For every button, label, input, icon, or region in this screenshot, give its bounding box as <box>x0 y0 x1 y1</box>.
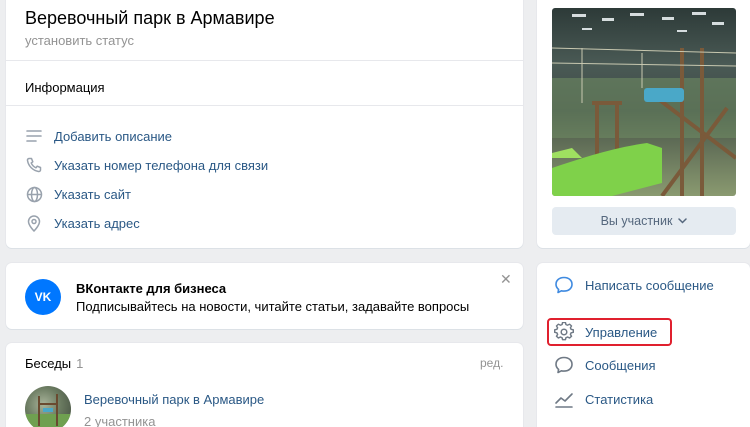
write-message-label: Написать сообщение <box>585 277 714 293</box>
management-button[interactable]: Управление <box>553 319 657 345</box>
membership-dropdown-button[interactable]: Вы участник <box>552 207 736 235</box>
add-phone-link[interactable]: Указать номер телефона для связи <box>25 155 268 175</box>
info-section-title: Информация <box>25 80 105 95</box>
management-label: Управление <box>585 324 658 340</box>
business-title[interactable]: ВКонтакте для бизнеса <box>76 281 226 296</box>
stats-icon <box>553 388 575 410</box>
membership-label: Вы участник <box>600 214 673 228</box>
add-address-label: Указать адрес <box>54 215 140 231</box>
add-phone-label: Указать номер телефона для связи <box>54 157 269 173</box>
vk-business-banner: VK ВКонтакте для бизнеса Подписывайтесь … <box>6 263 523 329</box>
divider <box>6 105 523 106</box>
vk-logo-icon[interactable]: VK <box>25 279 61 315</box>
chats-header[interactable]: Беседы 1 <box>25 356 83 371</box>
chevron-down-icon <box>678 216 688 227</box>
community-actions-menu: Написать сообщение Управление Сообщения … <box>537 263 750 427</box>
business-description: Подписывайтесь на новости, читайте стать… <box>76 299 470 314</box>
gear-icon <box>553 321 575 343</box>
location-pin-icon <box>25 214 43 232</box>
community-cover-photo[interactable] <box>552 8 736 196</box>
chat-members-count: 2 участника <box>84 414 156 427</box>
messages-label: Сообщения <box>585 357 656 373</box>
chat-avatar[interactable] <box>25 386 71 427</box>
globe-icon <box>25 185 43 203</box>
close-icon[interactable]: ✕ <box>500 271 512 288</box>
add-website-link[interactable]: Указать сайт <box>25 184 131 204</box>
add-description-link[interactable]: Добавить описание <box>25 126 172 146</box>
add-address-link[interactable]: Указать адрес <box>25 213 140 233</box>
set-status-link[interactable]: установить статус <box>25 33 134 48</box>
chats-title: Беседы <box>25 356 72 371</box>
phone-icon <box>25 156 43 174</box>
statistics-button[interactable]: Статистика <box>553 386 653 412</box>
chat-name-link[interactable]: Веревочный парк в Армавире <box>84 392 264 407</box>
list-icon <box>25 127 43 145</box>
chats-card: Беседы 1 ред. Веревочный парк в Армавире … <box>6 343 523 427</box>
group-name: Веревочный парк в Армавире <box>25 8 275 28</box>
write-message-button[interactable]: Написать сообщение <box>553 272 714 298</box>
chats-count: 1 <box>76 356 84 371</box>
add-description-label: Добавить описание <box>54 128 172 144</box>
add-website-label: Указать сайт <box>54 186 131 202</box>
divider <box>6 60 523 61</box>
message-bubble-icon <box>553 274 575 296</box>
messages-icon <box>553 354 575 376</box>
community-photo-card: Вы участник <box>537 0 750 248</box>
messages-button[interactable]: Сообщения <box>553 352 656 378</box>
group-info-card: Веревочный парк в Армавире установить ст… <box>6 0 523 248</box>
chats-edit-link[interactable]: ред. <box>480 356 503 370</box>
statistics-label: Статистика <box>585 391 654 407</box>
